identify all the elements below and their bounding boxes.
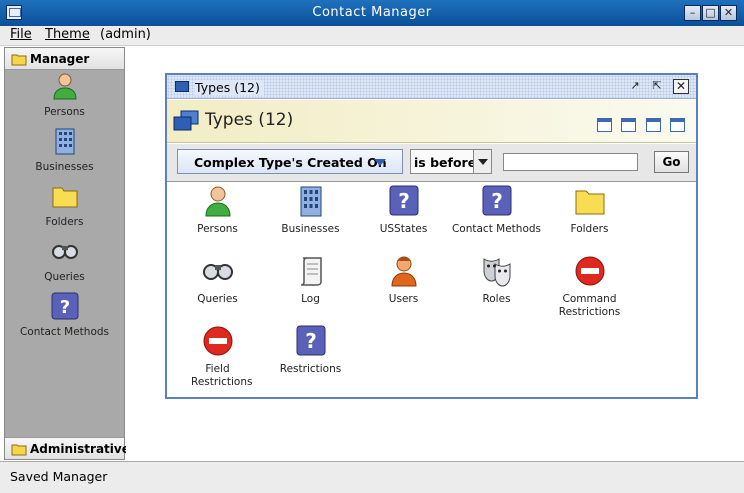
person-icon [205,186,231,217]
svg-text:?: ? [491,189,503,213]
status-bar: Saved Manager [0,461,744,493]
maximize-button[interactable]: □ [702,5,719,21]
view-details-icon[interactable] [646,118,661,132]
frame-title-bar[interactable]: Types (12) ↗ ⇱ ✕ [167,75,696,99]
frame-icon [175,81,189,92]
building-icon [55,128,75,155]
type-item-label: Businesses [281,223,340,235]
menu-bar: File Theme (admin) [0,26,744,46]
folder-icon [52,187,78,208]
go-button[interactable]: Go [654,151,689,173]
page-title: Types (12) [205,110,294,130]
sidebar-footer-label: Administrative [30,442,130,456]
type-item-label: Queries [197,293,238,305]
type-item-label: Command Restrictions [558,293,621,318]
sidebar-header-label: Manager [30,52,90,66]
chevron-down-icon[interactable] [473,150,491,173]
question-icon: ? [51,292,79,320]
close-icon[interactable]: ✕ [673,79,689,94]
filter-field-select[interactable]: Complex Type's Created On [177,149,403,174]
folder-icon [575,190,605,215]
menu-theme[interactable]: Theme [45,27,90,42]
svg-text:?: ? [305,329,317,353]
window-title: Contact Manager [312,5,432,20]
type-item-label: Users [388,293,419,305]
masks-icon [483,258,511,287]
view-icons-icon[interactable] [597,118,612,132]
no-entry-icon [575,256,605,286]
type-item-label: Field Restrictions [191,363,253,388]
type-item-label: Log [301,293,320,305]
type-item-label: Roles [482,293,511,305]
sidebar-header-manager[interactable]: Manager [5,48,124,70]
view-list-icon[interactable] [621,118,636,132]
sidebar-header-administrative[interactable]: Administrative [5,437,130,459]
filter-operator-value: is before [414,155,477,170]
svg-text:?: ? [398,189,410,213]
scroll-icon [300,257,322,286]
restore-icon[interactable]: ⇱ [649,79,665,94]
building-icon [300,186,322,217]
status-text: Saved Manager [10,469,108,484]
minimize-button[interactable]: – [684,5,701,21]
type-item-label: Persons [197,223,238,235]
filter-value-input[interactable] [503,153,638,171]
sidebar-item-label: Folders [45,216,84,228]
filter-field-value: Complex Type's Created On [194,155,387,170]
title-bar: Contact Manager – □ ✕ [0,0,744,26]
sidebar: Manager Persons Businesses Folders Queri… [4,47,130,460]
no-entry-icon [203,326,233,356]
sidebar-item-label: Queries [44,271,85,283]
filter-operator-select[interactable]: is before [410,149,492,174]
types-frame: Types (12) ↗ ⇱ ✕ Types (12) Complex Type… [165,73,698,399]
type-item-label: Folders [570,223,609,235]
type-item-label: Restrictions [279,363,342,375]
sidebar-item-label: Contact Methods [19,326,110,338]
binoculars-icon [52,245,78,259]
close-button[interactable]: ✕ [720,5,737,21]
view-split-icon[interactable] [670,118,685,132]
type-item-label: Contact Methods [451,223,542,235]
svg-text:?: ? [60,297,70,318]
question-icon: ? [389,185,419,216]
filter-row: Complex Type's Created On is before Go [167,144,696,182]
menu-admin[interactable]: (admin) [100,27,151,42]
folder-icon [11,54,27,66]
frame-header: Types (12) [167,100,696,143]
binoculars-icon [203,264,233,280]
question-icon: ? [296,325,326,356]
types-grid: Persons Businesses ? USStates ? Contact … [171,183,692,393]
person-icon [53,73,77,100]
types-icon [173,110,199,131]
sidebar-item-label: Persons [44,106,85,118]
chevron-down-icon [374,159,386,166]
sidebar-item-label: Businesses [35,161,94,173]
user-icon [391,256,417,287]
question-icon: ? [482,185,512,216]
type-item-label: USStates [379,223,428,235]
menu-file[interactable]: File [10,27,32,42]
minimize-icon[interactable]: ↗ [627,79,643,94]
folder-icon [11,444,27,456]
frame-title: Types (12) [195,80,264,95]
